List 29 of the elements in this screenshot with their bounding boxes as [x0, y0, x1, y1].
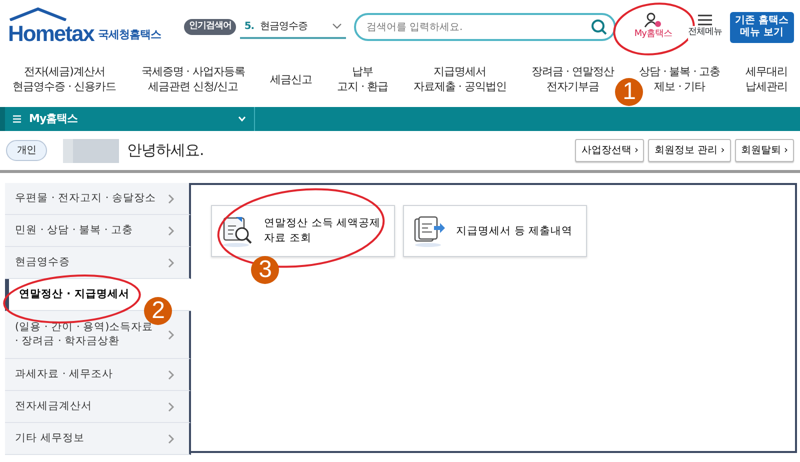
greeting-text: 안녕하세요.: [127, 140, 204, 162]
logo-subtitle: 국세청홈택스: [98, 26, 161, 42]
sidebar-item[interactable]: 전자세금계산서: [5, 391, 191, 423]
my-hometax-link[interactable]: My홈택스: [634, 12, 672, 42]
nav-link[interactable]: 납부 고지 · 환급: [337, 65, 388, 95]
step-marker: 3: [251, 256, 279, 284]
search-field[interactable]: 검색어를 입력하세요.: [354, 13, 616, 41]
nav-link[interactable]: 세금신고: [270, 72, 312, 88]
sidebar-item[interactable]: 과세자료 · 세무조사: [5, 359, 191, 391]
sidebar-item[interactable]: 민원 · 상담 · 불복 · 고충: [5, 215, 191, 247]
account-button[interactable]: 사업장선택 ›: [575, 139, 644, 162]
nav-link[interactable]: 지급명세서 자료제출 · 공익법인: [413, 65, 506, 95]
sidebar-item[interactable]: 현금영수증: [5, 247, 191, 279]
nav-link[interactable]: 장려금 · 연말정산 전자기부금: [532, 65, 614, 95]
nav-link[interactable]: 세무대리 납세관리: [745, 65, 788, 95]
account-button[interactable]: 회원정보 관리 ›: [648, 139, 731, 162]
logo-text[interactable]: Hometax: [8, 21, 94, 47]
menu-card[interactable]: 지급명세서 등 제출내역: [403, 205, 587, 257]
sidebar-item[interactable]: 기타 세무정보: [5, 423, 191, 455]
classic-menu-button[interactable]: 기존 홈택스 메뉴 보기: [730, 12, 794, 42]
popular-search-label: 인기검색어: [184, 19, 236, 35]
nav-link[interactable]: 전자(세금)계산서 현금영수증 · 신용카드: [12, 65, 116, 95]
sidebar-item[interactable]: 우편물 · 전자고지 · 송달장소: [5, 183, 191, 215]
step-marker: 1: [615, 78, 643, 106]
menu-card[interactable]: 연말정산 소득 세액공제 자료 조회: [211, 205, 395, 257]
account-button[interactable]: 회원탈퇴 ›: [734, 139, 794, 162]
popular-search-select[interactable]: 5. 현금영수증: [240, 15, 346, 39]
nav-link[interactable]: 국세증명 · 사업자등록 세금관련 신청/신고: [141, 65, 245, 95]
member-type-badge: 개인: [6, 140, 47, 161]
